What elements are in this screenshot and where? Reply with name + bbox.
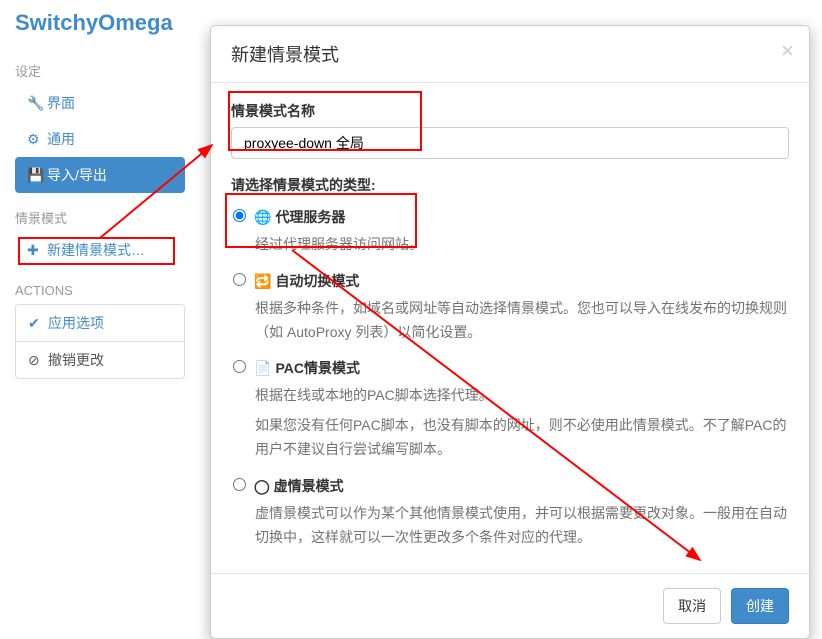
- circle-icon: ◯: [254, 478, 270, 494]
- profile-type-label: 请选择情景模式的类型:: [231, 175, 789, 195]
- modal-backdrop: 新建情景模式 × 情景模式名称 请选择情景模式的类型: 🌐代理服务器 经过代理服…: [0, 0, 822, 629]
- type-switch-desc: 根据多种条件，如域名或网址等自动选择情景模式。您也可以导入在线发布的切换规则（如…: [255, 297, 789, 345]
- globe-icon: 🌐: [254, 209, 271, 225]
- modal-header: 新建情景模式 ×: [211, 26, 809, 83]
- type-proxy-desc: 经过代理服务器访问网站。: [255, 233, 789, 257]
- type-virtual-desc: 虚情景模式可以作为某个其他情景模式使用，并可以根据需要更改对象。一般用在自动切换…: [255, 502, 789, 550]
- retweet-icon: 🔁: [254, 273, 271, 289]
- type-virtual[interactable]: ◯虚情景模式 虚情景模式可以作为某个其他情景模式使用，并可以根据需要更改对象。一…: [231, 476, 789, 550]
- type-switch[interactable]: 🔁自动切换模式 根据多种条件，如域名或网址等自动选择情景模式。您也可以导入在线发…: [231, 271, 789, 345]
- profile-type-group: 请选择情景模式的类型: 🌐代理服务器 经过代理服务器访问网站。 🔁自动切换模式 …: [231, 175, 789, 549]
- radio-switch[interactable]: [233, 273, 246, 286]
- type-pac-desc2: 如果您没有任何PAC脚本，也没有脚本的网址，则不必使用此情景模式。不了解PAC的…: [255, 414, 789, 462]
- file-icon: 📄: [254, 360, 271, 376]
- profile-name-label: 情景模式名称: [231, 101, 789, 121]
- close-icon[interactable]: ×: [781, 38, 794, 64]
- profile-name-input[interactable]: [231, 127, 789, 159]
- radio-proxy[interactable]: [233, 209, 246, 222]
- radio-pac[interactable]: [233, 360, 246, 373]
- type-pac[interactable]: 📄PAC情景模式 根据在线或本地的PAC脚本选择代理。 如果您没有任何PAC脚本…: [231, 358, 789, 461]
- modal-title: 新建情景模式: [231, 41, 789, 67]
- type-pac-desc1: 根据在线或本地的PAC脚本选择代理。: [255, 384, 789, 408]
- create-button[interactable]: 创建: [731, 588, 789, 624]
- new-profile-modal: 新建情景模式 × 情景模式名称 请选择情景模式的类型: 🌐代理服务器 经过代理服…: [210, 25, 810, 639]
- modal-body: 情景模式名称 请选择情景模式的类型: 🌐代理服务器 经过代理服务器访问网站。 🔁…: [211, 83, 809, 573]
- radio-virtual[interactable]: [233, 478, 246, 491]
- type-proxy[interactable]: 🌐代理服务器 经过代理服务器访问网站。: [231, 207, 789, 257]
- cancel-button[interactable]: 取消: [663, 588, 721, 624]
